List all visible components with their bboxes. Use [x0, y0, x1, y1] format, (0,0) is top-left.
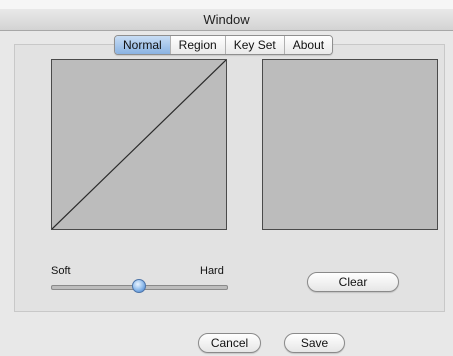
hardness-slider-knob[interactable] — [132, 279, 146, 293]
slider-max-label: Hard — [200, 265, 224, 277]
clear-button[interactable]: Clear — [307, 272, 399, 292]
curve-canvas[interactable] — [51, 59, 227, 230]
tab-region[interactable]: Region — [170, 36, 226, 54]
tab-normal[interactable]: Normal — [115, 36, 171, 54]
save-button[interactable]: Save — [284, 333, 345, 353]
tab-about[interactable]: About — [284, 36, 333, 54]
background-window-strip — [0, 0, 453, 9]
preview-canvas[interactable] — [262, 59, 438, 230]
window-titlebar: Window — [0, 9, 453, 31]
slider-min-label: Soft — [51, 265, 71, 277]
tab-bar: Normal Region Key Set About — [114, 35, 334, 55]
curve-line — [52, 60, 226, 229]
window-title: Window — [203, 12, 250, 27]
cancel-button[interactable]: Cancel — [198, 333, 261, 353]
tab-key-set[interactable]: Key Set — [225, 36, 285, 54]
app-window: Window Normal Region Key Set About Soft … — [0, 0, 453, 356]
